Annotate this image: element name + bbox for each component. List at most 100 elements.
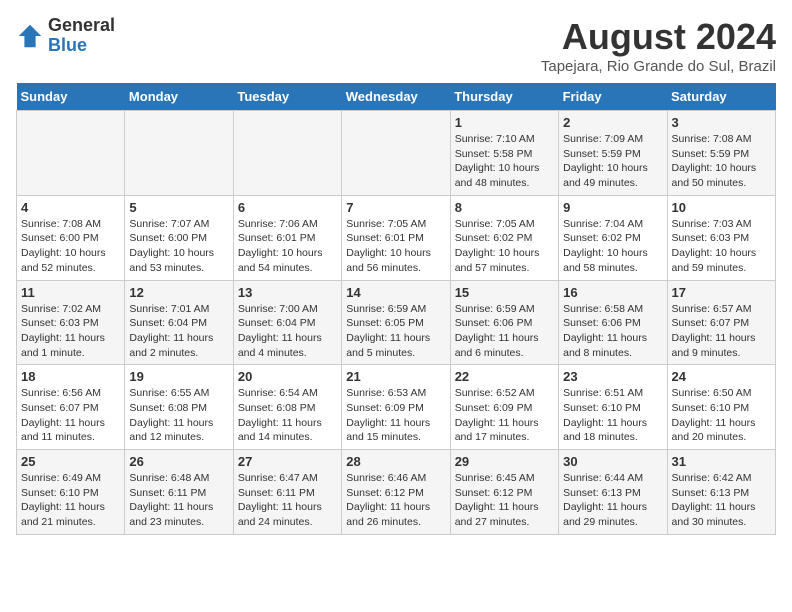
day-number: 4	[21, 200, 120, 215]
day-info: Sunrise: 7:05 AM Sunset: 6:01 PM Dayligh…	[346, 217, 445, 276]
calendar-cell: 19Sunrise: 6:55 AM Sunset: 6:08 PM Dayli…	[125, 365, 233, 450]
calendar-cell: 22 Sunrise: 6:52 AM Sunset: 6:09 PM Dayli…	[450, 365, 558, 450]
page-header: General Blue August 2024 Tapejara, Rio G…	[16, 16, 776, 75]
day-number: 15	[455, 285, 554, 300]
day-info: Sunrise: 6:50 AM Sunset: 6:10 PM Dayligh…	[672, 386, 771, 445]
calendar-cell	[125, 111, 233, 196]
calendar-cell: 1 Sunrise: 7:10 AM Sunset: 5:58 PM Daylig…	[450, 111, 558, 196]
day-number: 7	[346, 200, 445, 215]
day-info: Sunrise: 7:09 AM Sunset: 5:59 PM Dayligh…	[563, 132, 662, 191]
calendar-table: SundayMondayTuesdayWednesdayThursdayFrid…	[16, 83, 776, 535]
day-info: Sunrise: 6:44 AM Sunset: 6:13 PM Dayligh…	[563, 471, 662, 530]
day-number: 20	[238, 369, 337, 384]
calendar-cell: 20 Sunrise: 6:54 AM Sunset: 6:08 PM Dayli…	[233, 365, 341, 450]
day-info: Sunrise: 7:04 AM Sunset: 6:02 PM Dayligh…	[563, 217, 662, 276]
day-info: Sunrise: 6:48 AM Sunset: 6:11 PM Dayligh…	[129, 471, 228, 530]
day-info: Sunrise: 7:07 AM Sunset: 6:00 PM Dayligh…	[129, 217, 228, 276]
calendar-cell: 21 Sunrise: 6:53 AM Sunset: 6:09 PM Dayli…	[342, 365, 450, 450]
logo: General Blue	[16, 16, 115, 56]
day-number: 28	[346, 454, 445, 469]
day-number: 25	[21, 454, 120, 469]
day-info: Sunrise: 7:08 AM Sunset: 6:00 PM Dayligh…	[21, 217, 120, 276]
day-number: 9	[563, 200, 662, 215]
day-number: 8	[455, 200, 554, 215]
location: Tapejara, Rio Grande do Sul, Brazil	[541, 58, 776, 75]
header-cell-thursday: Thursday	[450, 83, 558, 111]
day-number: 2	[563, 115, 662, 130]
calendar-cell: 11 Sunrise: 7:02 AM Sunset: 6:03 PM Dayli…	[17, 280, 125, 365]
day-info: Sunrise: 6:42 AM Sunset: 6:13 PM Dayligh…	[672, 471, 771, 530]
calendar-cell	[17, 111, 125, 196]
calendar-cell: 23Sunrise: 6:51 AM Sunset: 6:10 PM Dayli…	[559, 365, 667, 450]
month-title: August 2024	[541, 16, 776, 58]
header-cell-wednesday: Wednesday	[342, 83, 450, 111]
day-number: 13	[238, 285, 337, 300]
calendar-cell: 2 Sunrise: 7:09 AM Sunset: 5:59 PM Daylig…	[559, 111, 667, 196]
day-number: 5	[129, 200, 228, 215]
day-info: Sunrise: 6:59 AM Sunset: 6:05 PM Dayligh…	[346, 302, 445, 361]
calendar-cell: 27 Sunrise: 6:47 AM Sunset: 6:11 PM Dayli…	[233, 450, 341, 535]
week-row-2: 4 Sunrise: 7:08 AM Sunset: 6:00 PM Daylig…	[17, 195, 776, 280]
day-number: 22	[455, 369, 554, 384]
day-number: 11	[21, 285, 120, 300]
calendar-cell: 24Sunrise: 6:50 AM Sunset: 6:10 PM Dayli…	[667, 365, 775, 450]
day-info: Sunrise: 6:52 AM Sunset: 6:09 PM Dayligh…	[455, 386, 554, 445]
day-number: 1	[455, 115, 554, 130]
day-number: 26	[129, 454, 228, 469]
day-number: 27	[238, 454, 337, 469]
calendar-cell: 4 Sunrise: 7:08 AM Sunset: 6:00 PM Daylig…	[17, 195, 125, 280]
calendar-cell: 29 Sunrise: 6:45 AM Sunset: 6:12 PM Dayli…	[450, 450, 558, 535]
day-info: Sunrise: 6:45 AM Sunset: 6:12 PM Dayligh…	[455, 471, 554, 530]
day-number: 21	[346, 369, 445, 384]
day-number: 12	[129, 285, 228, 300]
day-info: Sunrise: 6:59 AM Sunset: 6:06 PM Dayligh…	[455, 302, 554, 361]
calendar-cell: 9 Sunrise: 7:04 AM Sunset: 6:02 PM Daylig…	[559, 195, 667, 280]
day-number: 6	[238, 200, 337, 215]
header-cell-saturday: Saturday	[667, 83, 775, 111]
day-info: Sunrise: 6:58 AM Sunset: 6:06 PM Dayligh…	[563, 302, 662, 361]
header-row: SundayMondayTuesdayWednesdayThursdayFrid…	[17, 83, 776, 111]
calendar-cell: 15 Sunrise: 6:59 AM Sunset: 6:06 PM Dayli…	[450, 280, 558, 365]
calendar-cell	[233, 111, 341, 196]
day-number: 18	[21, 369, 120, 384]
day-info: Sunrise: 7:02 AM Sunset: 6:03 PM Dayligh…	[21, 302, 120, 361]
calendar-cell: 13 Sunrise: 7:00 AM Sunset: 6:04 PM Dayli…	[233, 280, 341, 365]
calendar-cell: 7 Sunrise: 7:05 AM Sunset: 6:01 PM Daylig…	[342, 195, 450, 280]
header-cell-monday: Monday	[125, 83, 233, 111]
day-number: 31	[672, 454, 771, 469]
day-info: Sunrise: 7:00 AM Sunset: 6:04 PM Dayligh…	[238, 302, 337, 361]
day-number: 19	[129, 369, 228, 384]
calendar-cell: 6 Sunrise: 7:06 AM Sunset: 6:01 PM Daylig…	[233, 195, 341, 280]
day-info: Sunrise: 6:54 AM Sunset: 6:08 PM Dayligh…	[238, 386, 337, 445]
header-cell-sunday: Sunday	[17, 83, 125, 111]
header-cell-tuesday: Tuesday	[233, 83, 341, 111]
day-number: 30	[563, 454, 662, 469]
week-row-5: 25Sunrise: 6:49 AM Sunset: 6:10 PM Dayli…	[17, 450, 776, 535]
header-cell-friday: Friday	[559, 83, 667, 111]
day-info: Sunrise: 6:47 AM Sunset: 6:11 PM Dayligh…	[238, 471, 337, 530]
logo-blue: Blue	[48, 36, 115, 56]
day-number: 23	[563, 369, 662, 384]
calendar-cell: 16Sunrise: 6:58 AM Sunset: 6:06 PM Dayli…	[559, 280, 667, 365]
calendar-cell: 10Sunrise: 7:03 AM Sunset: 6:03 PM Dayli…	[667, 195, 775, 280]
calendar-cell: 8 Sunrise: 7:05 AM Sunset: 6:02 PM Daylig…	[450, 195, 558, 280]
day-number: 17	[672, 285, 771, 300]
calendar-cell: 5 Sunrise: 7:07 AM Sunset: 6:00 PM Daylig…	[125, 195, 233, 280]
calendar-cell: 30 Sunrise: 6:44 AM Sunset: 6:13 PM Dayli…	[559, 450, 667, 535]
week-row-1: 1 Sunrise: 7:10 AM Sunset: 5:58 PM Daylig…	[17, 111, 776, 196]
day-info: Sunrise: 6:57 AM Sunset: 6:07 PM Dayligh…	[672, 302, 771, 361]
calendar-cell: 26 Sunrise: 6:48 AM Sunset: 6:11 PM Dayli…	[125, 450, 233, 535]
day-info: Sunrise: 7:10 AM Sunset: 5:58 PM Dayligh…	[455, 132, 554, 191]
calendar-cell: 17 Sunrise: 6:57 AM Sunset: 6:07 PM Dayli…	[667, 280, 775, 365]
day-info: Sunrise: 7:03 AM Sunset: 6:03 PM Dayligh…	[672, 217, 771, 276]
title-block: August 2024 Tapejara, Rio Grande do Sul,…	[541, 16, 776, 75]
day-info: Sunrise: 7:08 AM Sunset: 5:59 PM Dayligh…	[672, 132, 771, 191]
day-info: Sunrise: 7:05 AM Sunset: 6:02 PM Dayligh…	[455, 217, 554, 276]
calendar-cell: 25Sunrise: 6:49 AM Sunset: 6:10 PM Dayli…	[17, 450, 125, 535]
day-info: Sunrise: 6:56 AM Sunset: 6:07 PM Dayligh…	[21, 386, 120, 445]
day-info: Sunrise: 6:53 AM Sunset: 6:09 PM Dayligh…	[346, 386, 445, 445]
week-row-3: 11 Sunrise: 7:02 AM Sunset: 6:03 PM Dayli…	[17, 280, 776, 365]
day-number: 29	[455, 454, 554, 469]
day-info: Sunrise: 7:06 AM Sunset: 6:01 PM Dayligh…	[238, 217, 337, 276]
logo-text: General Blue	[48, 16, 115, 56]
